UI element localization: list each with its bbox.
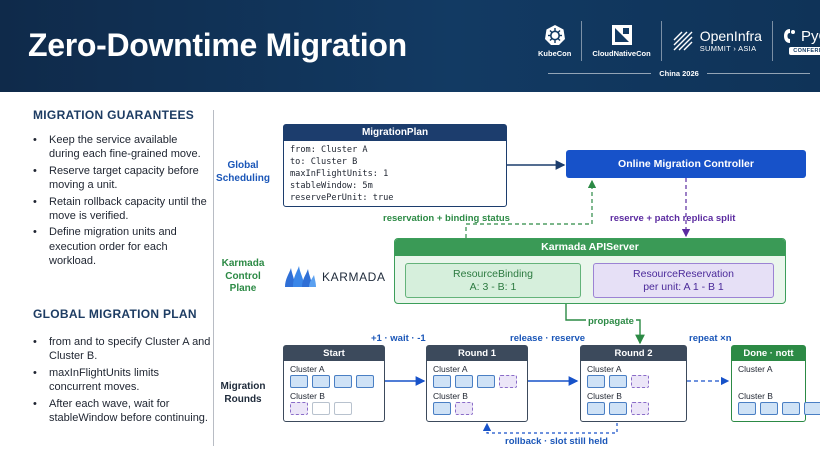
round-title: Start xyxy=(284,346,384,361)
replica-slot-purple xyxy=(631,402,649,415)
replica-slot-blue xyxy=(609,402,627,415)
row-label-line: Migration xyxy=(220,381,266,392)
replica-slot-blue xyxy=(433,402,451,415)
resource-binding-value: A: 3 - B: 1 xyxy=(469,281,517,293)
plan-line: reservePerUnit: true xyxy=(290,193,394,203)
plan-line: to: Cluster B xyxy=(290,157,358,167)
row-label-rounds: Migration Rounds xyxy=(212,381,274,406)
replica-slot-blue xyxy=(356,375,374,388)
edge-label-repeat: repeat ×n xyxy=(689,333,732,344)
rollback-edge xyxy=(482,422,618,434)
resource-reservation-name: ResourceReservation xyxy=(633,268,734,280)
round-2: Round 2 Cluster A Cluster B xyxy=(580,345,687,422)
row-label-line: Control xyxy=(225,270,261,282)
replica-slot-blue xyxy=(477,375,495,388)
row-label-karmada: Karmada Control Plane xyxy=(212,258,274,296)
cluster-b-label: Cluster B xyxy=(290,391,325,401)
replica-slot-blue xyxy=(587,402,605,415)
cluster-a-label: Cluster A xyxy=(433,364,468,374)
edge-label-wait: +1 · wait · -1 xyxy=(371,333,426,344)
plan-line: from: Cluster A xyxy=(290,145,368,155)
plan-line: maxInFlightUnits: 1 xyxy=(290,169,389,179)
row-label-line: Plane xyxy=(229,283,257,294)
edge-label-reserve-patch: reserve + patch replica split xyxy=(610,213,736,224)
replica-slot-blue xyxy=(760,402,778,415)
plan-line: stableWindow: 5m xyxy=(290,181,373,191)
replica-slot-blue xyxy=(455,375,473,388)
replica-slot-blue xyxy=(804,402,820,415)
round-done: Done · nott Cluster A Cluster B xyxy=(731,345,820,422)
replica-slot-purple xyxy=(631,375,649,388)
round-title: Done · nott xyxy=(732,346,805,361)
resource-reservation-value: per unit: A 1 - B 1 xyxy=(643,281,724,293)
replica-slot-blue xyxy=(312,375,330,388)
replica-slot-purple xyxy=(499,375,517,388)
edge-label-release: release · reserve xyxy=(510,333,586,344)
cluster-a-label: Cluster A xyxy=(738,364,773,374)
migration-controller-box: Online Migration Controller xyxy=(566,150,806,178)
resource-binding-box: ResourceBinding A: 3 - B: 1 xyxy=(405,263,581,298)
cluster-a-label: Cluster A xyxy=(587,364,622,374)
row-label-line: Global xyxy=(227,160,259,171)
row-label-global: Global Scheduling xyxy=(212,160,274,185)
row-label-line: Scheduling xyxy=(216,172,270,184)
replica-slot-blue xyxy=(433,375,451,388)
resource-binding-name: ResourceBinding xyxy=(453,268,533,280)
cluster-a-label: Cluster A xyxy=(290,364,325,374)
replica-slot-empty xyxy=(312,402,330,415)
replica-slot-purple xyxy=(290,402,308,415)
round-start: Start Cluster A Cluster B xyxy=(283,345,385,422)
karmada-flame-icon xyxy=(285,266,316,287)
replica-slot-blue xyxy=(738,402,756,415)
round-1: Round 1 Cluster A Cluster B xyxy=(426,345,528,422)
replica-slot-blue xyxy=(587,375,605,388)
cluster-b-label: Cluster B xyxy=(433,391,468,401)
replica-slot-blue xyxy=(782,402,800,415)
replica-slot-purple xyxy=(455,402,473,415)
row-label-line: Karmada xyxy=(221,258,265,269)
migration-plan-spec: from: Cluster A to: Cluster B maxInFligh… xyxy=(284,141,506,207)
migration-plan-box: MigrationPlan from: Cluster A to: Cluste… xyxy=(283,124,507,207)
resource-reservation-box: ResourceReservation per unit: A 1 - B 1 xyxy=(593,263,774,298)
replica-slot-blue xyxy=(290,375,308,388)
round-title: Round 2 xyxy=(581,346,686,361)
round-title: Round 1 xyxy=(427,346,527,361)
edge-label-status: reservation + binding status xyxy=(383,213,510,224)
replica-slot-empty xyxy=(334,402,352,415)
apiserver-title: Karmada APIServer xyxy=(395,239,785,256)
migration-plan-title: MigrationPlan xyxy=(284,125,506,141)
karmada-wordmark: KARMADA xyxy=(322,270,386,284)
replica-slot-blue xyxy=(334,375,352,388)
cluster-b-label: Cluster B xyxy=(738,391,773,401)
karmada-apiserver-box: Karmada APIServer ResourceBinding A: 3 -… xyxy=(394,238,786,304)
edge-label-rollback: rollback · slot still held xyxy=(505,436,608,447)
cluster-b-label: Cluster B xyxy=(587,391,622,401)
row-label-line: Rounds xyxy=(224,393,262,405)
karmada-logo: KARMADA xyxy=(283,265,386,289)
diagram-edges xyxy=(385,160,730,434)
replica-slot-blue xyxy=(609,375,627,388)
edge-label-propagate: propagate xyxy=(586,316,636,327)
